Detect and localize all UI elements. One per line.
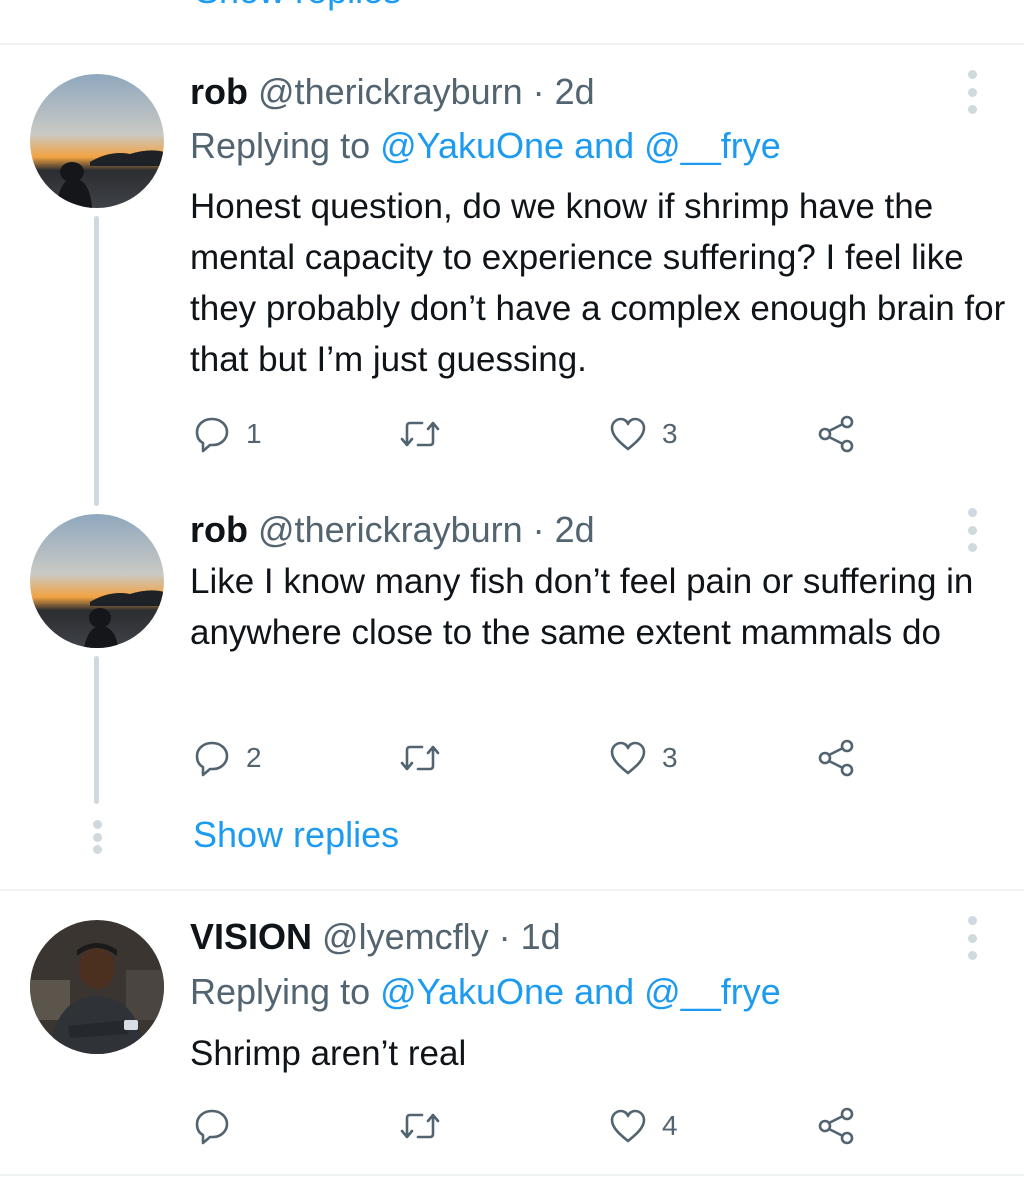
replying-prefix: Replying to [190,125,381,166]
handle[interactable]: @therickrayburn [258,71,523,112]
timestamp[interactable]: · 1d [499,916,561,957]
more-options-button[interactable] [957,916,987,960]
dot [967,951,977,960]
reply-button[interactable]: 1 [192,412,262,456]
share-button[interactable] [816,412,856,456]
replying-and[interactable]: and [564,125,644,166]
avatar-rob[interactable] [30,74,164,208]
retweet-button[interactable] [398,412,456,456]
person-avatar-image [30,920,164,1054]
mention-link[interactable]: @__frye [644,125,781,166]
reply-count: 2 [246,742,262,773]
thread-continuation-dots [91,820,103,854]
mention-link[interactable]: @YakuOne [380,971,564,1012]
like-button[interactable]: 4 [608,1104,678,1148]
timestamp[interactable]: · 2d [533,509,595,550]
retweet-icon [400,1113,440,1139]
dot [967,933,977,943]
timestamp[interactable]: · 2d [533,71,595,112]
more-options-button[interactable] [957,508,987,552]
dot [967,916,977,925]
sunset-avatar-image [30,514,164,648]
speech-bubble-icon [195,741,229,777]
heart-icon [610,1109,646,1143]
dot [92,845,102,854]
share-button[interactable] [816,736,856,780]
like-count: 4 [662,1110,678,1141]
tweet-header: rob @therickrayburn · 2d [190,72,595,112]
handle[interactable]: @lyemcfly [322,916,489,957]
dot [967,70,977,79]
divider [0,889,1024,891]
share-icon [818,415,854,453]
replying-prefix: Replying to [190,971,381,1012]
thread-line [94,656,99,804]
dot [967,87,977,97]
reply-button[interactable]: 2 [192,736,262,780]
tweet-text: Honest question, do we know if shrimp ha… [190,187,1006,379]
reply-count: 1 [246,418,262,449]
tweet-header: rob @therickrayburn · 2d [190,510,595,550]
avatar-rob[interactable] [30,514,164,648]
thread-line [94,216,99,506]
like-button[interactable]: 3 [608,736,678,780]
dot [92,820,102,829]
like-button[interactable]: 3 [608,412,678,456]
more-options-button[interactable] [957,70,987,114]
share-icon [818,739,854,777]
mention-link[interactable]: @YakuOne [380,125,564,166]
display-name[interactable]: VISION [190,916,312,957]
display-name[interactable]: rob [190,71,248,112]
replying-to: Replying to @YakuOne and @__frye [190,126,781,166]
tweet-header: VISION @lyemcfly · 1d [190,917,561,957]
tweet-text: Like I know many fish don’t feel pain or… [190,562,974,652]
replying-and[interactable]: and [564,971,644,1012]
dot [967,508,977,517]
handle[interactable]: @therickrayburn [258,509,523,550]
heart-icon [610,417,646,451]
retweet-button[interactable] [398,736,456,780]
retweet-icon [400,421,440,447]
speech-bubble-icon [195,1109,229,1145]
share-button[interactable] [816,1104,856,1148]
show-replies-link[interactable]: Show replies [193,814,399,856]
dot [967,543,977,552]
retweet-button[interactable] [398,1104,456,1148]
share-icon [818,1107,854,1145]
reply-button[interactable] [192,1104,246,1148]
dot [92,832,102,842]
dot [967,525,977,535]
replying-to: Replying to @YakuOne and @__frye [190,972,781,1012]
like-count: 3 [662,418,678,449]
divider [0,1174,1024,1176]
tweet-text: Shrimp aren’t real [190,1034,467,1073]
show-replies-link-top[interactable]: Show replies [195,0,401,12]
dot [967,105,977,114]
retweet-icon [400,745,440,771]
heart-icon [610,741,646,775]
avatar-vision[interactable] [30,920,164,1054]
mention-link[interactable]: @__frye [644,971,781,1012]
speech-bubble-icon [195,417,229,453]
display-name[interactable]: rob [190,509,248,550]
divider [0,43,1024,45]
like-count: 3 [662,742,678,773]
sunset-avatar-image [30,74,164,208]
